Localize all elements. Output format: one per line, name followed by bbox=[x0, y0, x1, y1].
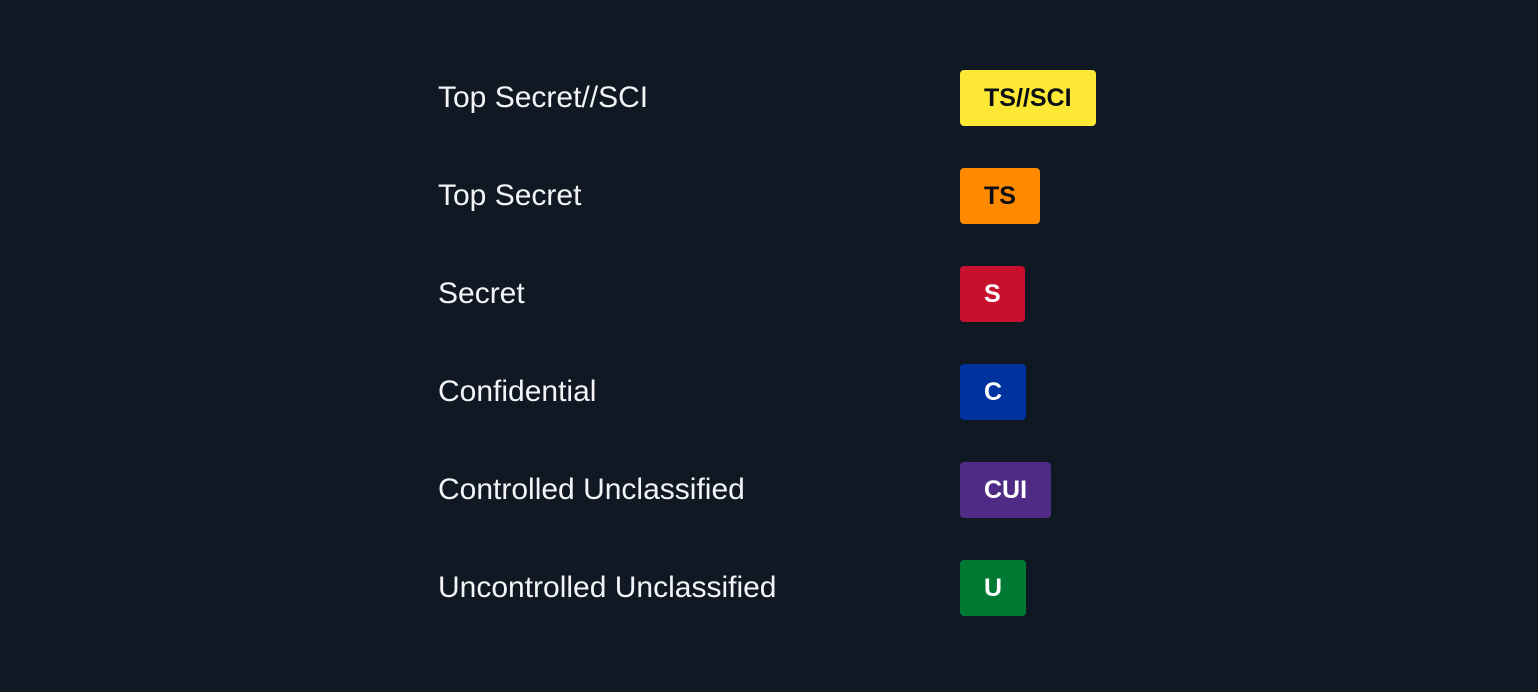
classification-badge: CUI bbox=[960, 462, 1052, 518]
classification-label: Controlled Unclassified bbox=[438, 473, 745, 506]
legend-row-controlled-unclassified: Controlled Unclassified CUI bbox=[438, 462, 1138, 518]
legend-row-confidential: Confidential C bbox=[438, 364, 1138, 420]
classification-label: Secret bbox=[438, 277, 525, 310]
legend-row-top-secret-sci: Top Secret//SCI TS//SCI bbox=[438, 70, 1138, 126]
legend-row-top-secret: Top Secret TS bbox=[438, 168, 1138, 224]
classification-label: Top Secret//SCI bbox=[438, 81, 649, 114]
classification-label: Confidential bbox=[438, 375, 597, 408]
classification-badge: TS//SCI bbox=[960, 70, 1096, 126]
legend-row-uncontrolled-unclassified: Uncontrolled Unclassified U bbox=[438, 560, 1138, 616]
classification-label: Uncontrolled Unclassified bbox=[438, 571, 777, 604]
classification-legend: Top Secret//SCI TS//SCI Top Secret TS Se… bbox=[438, 70, 1138, 658]
classification-badge: U bbox=[960, 560, 1027, 616]
classification-badge: S bbox=[960, 266, 1025, 322]
classification-label: Top Secret bbox=[438, 179, 582, 212]
classification-badge: C bbox=[960, 364, 1027, 420]
classification-badge: TS bbox=[960, 168, 1040, 224]
legend-row-secret: Secret S bbox=[438, 266, 1138, 322]
